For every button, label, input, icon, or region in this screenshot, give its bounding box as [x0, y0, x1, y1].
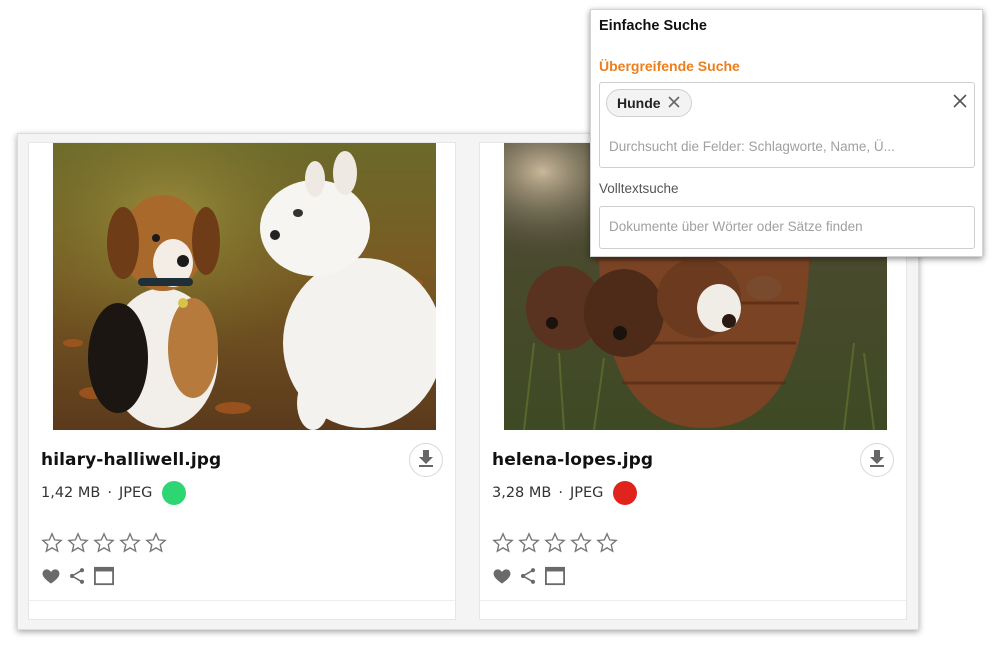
asset-meta: 1,42 MB · JPEG — [41, 481, 187, 505]
share-icon[interactable] — [67, 566, 87, 591]
star-icon[interactable] — [67, 532, 89, 559]
star-icon[interactable] — [145, 532, 167, 559]
asset-actions — [41, 566, 115, 591]
window-icon[interactable] — [93, 566, 115, 591]
fulltext-search-input[interactable]: Dokumente über Wörter oder Sätze finden — [599, 206, 975, 249]
meta-separator: · — [107, 485, 112, 501]
asset-card[interactable]: hilary-halliwell.jpg 1,42 MB · JPEG — [28, 142, 456, 620]
download-button[interactable] — [409, 443, 443, 477]
download-button[interactable] — [860, 443, 894, 477]
fulltext-search-label: Volltextsuche — [599, 181, 679, 196]
clear-search-icon[interactable] — [952, 93, 968, 114]
asset-size: 1,42 MB — [41, 485, 101, 501]
star-icon[interactable] — [492, 532, 514, 559]
status-dot — [613, 481, 638, 505]
fulltext-search-placeholder: Dokumente über Wörter oder Sätze finden — [609, 219, 863, 234]
star-icon[interactable] — [570, 532, 592, 559]
search-panel: Einfache Suche Übergreifende Suche Hunde… — [590, 9, 983, 257]
asset-filename[interactable]: hilary-halliwell.jpg — [41, 450, 221, 470]
asset-format: JPEG — [118, 485, 153, 501]
asset-size: 3,28 MB — [492, 485, 552, 501]
global-search-input[interactable]: Hunde Durchsucht die Felder: Schlagworte… — [599, 82, 975, 168]
star-rating[interactable] — [41, 532, 167, 559]
search-tag-label: Hunde — [617, 95, 661, 111]
heart-icon[interactable] — [492, 566, 512, 591]
share-icon[interactable] — [518, 566, 538, 591]
simple-search-heading[interactable]: Einfache Suche — [599, 18, 707, 34]
global-search-label: Übergreifende Suche — [599, 58, 740, 74]
asset-format: JPEG — [569, 485, 604, 501]
status-dot — [162, 481, 187, 505]
asset-filename[interactable]: helena-lopes.jpg — [492, 450, 653, 470]
download-icon — [868, 449, 886, 472]
star-icon[interactable] — [544, 532, 566, 559]
star-rating[interactable] — [492, 532, 618, 559]
remove-tag-icon[interactable] — [667, 95, 681, 112]
star-icon[interactable] — [518, 532, 540, 559]
star-icon[interactable] — [119, 532, 141, 559]
window-icon[interactable] — [544, 566, 566, 591]
asset-meta: 3,28 MB · JPEG — [492, 481, 638, 505]
card-footer — [29, 600, 455, 619]
card-footer — [480, 600, 906, 619]
meta-separator: · — [558, 485, 563, 501]
heart-icon[interactable] — [41, 566, 61, 591]
star-icon[interactable] — [596, 532, 618, 559]
asset-actions — [492, 566, 566, 591]
star-icon[interactable] — [41, 532, 63, 559]
star-icon[interactable] — [93, 532, 115, 559]
asset-thumbnail-beagle-and-terrier[interactable] — [53, 143, 436, 430]
search-tag-chip[interactable]: Hunde — [606, 89, 692, 117]
global-search-placeholder: Durchsucht die Felder: Schlagworte, Name… — [609, 139, 895, 154]
download-icon — [417, 449, 435, 472]
